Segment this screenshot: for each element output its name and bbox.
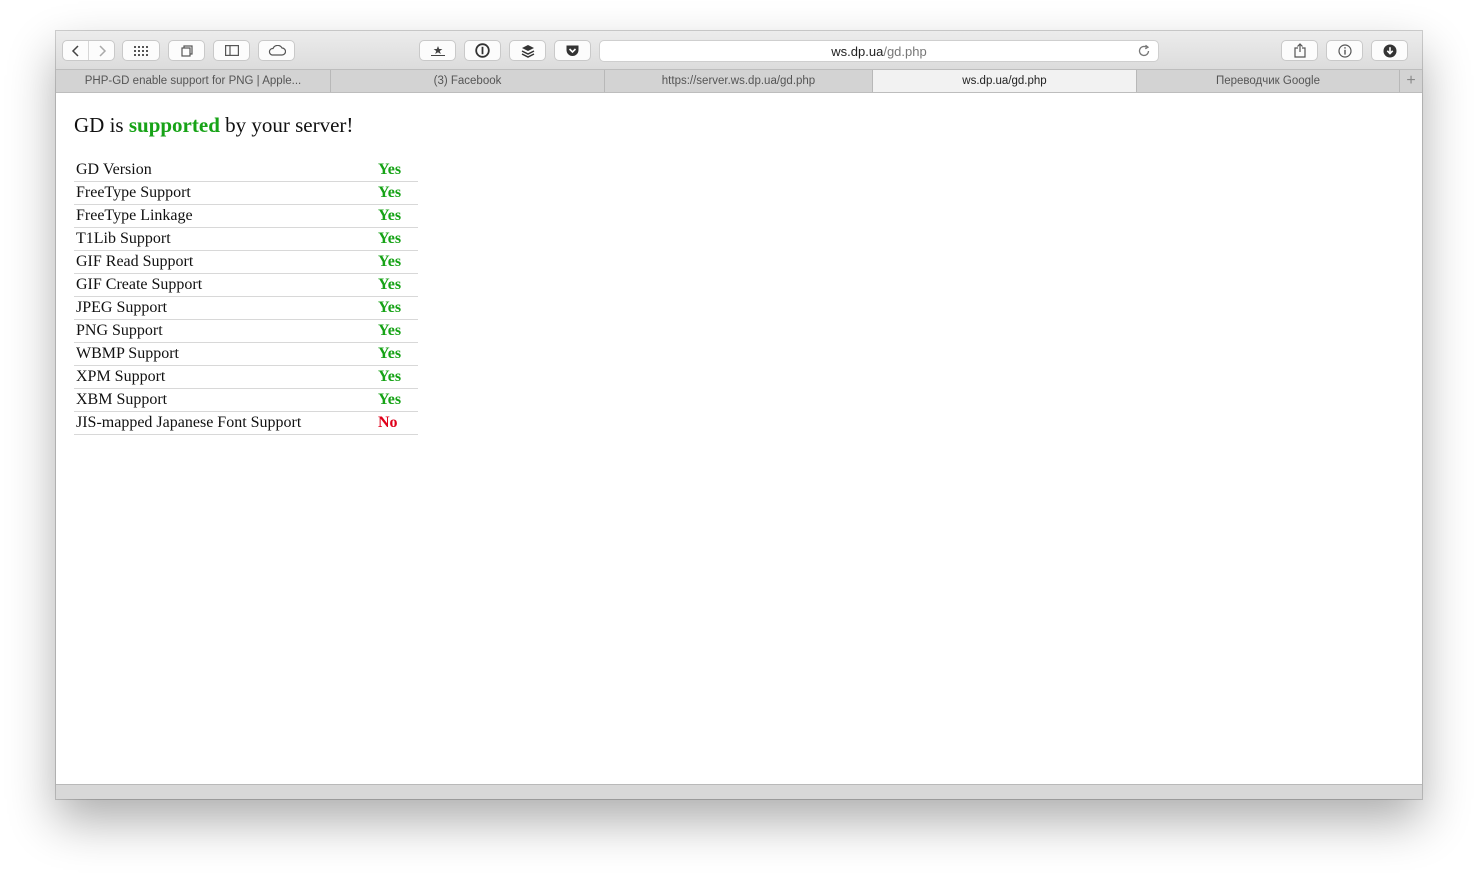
feature-label: GIF Create Support — [74, 273, 376, 297]
tab-label: (3) Facebook — [433, 75, 502, 87]
feature-status: Yes — [376, 204, 418, 228]
top-sites-icon — [134, 45, 148, 56]
feature-status: Yes — [376, 159, 418, 182]
new-tab-button[interactable]: + — [1400, 70, 1422, 92]
tab-label: https://server.ws.dp.ua/gd.php — [661, 75, 816, 87]
table-row: XPM Support Yes — [74, 365, 418, 389]
nav-buttons — [62, 40, 115, 61]
pocket-extension-button[interactable] — [554, 40, 591, 61]
feature-label: PNG Support — [74, 319, 376, 343]
heading-post: by your server! — [219, 113, 354, 137]
sidebar-button[interactable] — [213, 40, 250, 61]
table-row: FreeType Linkage Yes — [74, 204, 418, 228]
feature-label: JIS-mapped Japanese Font Support — [74, 411, 376, 435]
table-row: GD Version Yes — [74, 159, 418, 182]
status-bar — [56, 784, 1422, 799]
top-sites-button[interactable] — [122, 40, 160, 61]
share-button[interactable] — [1281, 40, 1318, 61]
feature-status: Yes — [376, 365, 418, 389]
page-content: GD is supported by your server! GD Versi… — [56, 93, 1422, 784]
toolbar: ws.dp.ua/gd.php — [56, 31, 1422, 69]
icloud-icon — [268, 45, 286, 56]
tab-label: PHP-GD enable support for PNG | Apple... — [84, 75, 302, 87]
bookmark-extension-button[interactable] — [419, 40, 456, 61]
back-button[interactable] — [63, 41, 88, 60]
table-row: WBMP Support Yes — [74, 342, 418, 366]
feature-label: GIF Read Support — [74, 250, 376, 274]
tab-label: ws.dp.ua/gd.php — [962, 75, 1047, 87]
bookmark-star-icon — [430, 46, 445, 56]
back-icon — [71, 44, 79, 57]
table-row: JPEG Support Yes — [74, 296, 418, 320]
sidebar-icon — [224, 45, 239, 56]
feature-status: Yes — [376, 181, 418, 205]
tab-server-gd[interactable]: https://server.ws.dp.ua/gd.php — [605, 70, 873, 92]
table-row: JIS-mapped Japanese Font Support No — [74, 411, 418, 435]
table-row: FreeType Support Yes — [74, 181, 418, 205]
table-row: T1Lib Support Yes — [74, 227, 418, 251]
tab-php-gd-apple[interactable]: PHP-GD enable support for PNG | Apple... — [56, 70, 331, 92]
table-row: PNG Support Yes — [74, 319, 418, 343]
info-button[interactable] — [1326, 40, 1363, 61]
feature-label: XBM Support — [74, 388, 376, 412]
buffer-icon — [521, 44, 534, 58]
browser-window: ws.dp.ua/gd.php PHP-GD enable support fo… — [56, 31, 1422, 799]
download-icon — [1383, 44, 1396, 57]
tabs-overview-icon — [180, 44, 193, 57]
table-row: XBM Support Yes — [74, 388, 418, 412]
address-bar[interactable]: ws.dp.ua/gd.php — [599, 40, 1159, 62]
tab-label: Переводчик Google — [1215, 75, 1320, 87]
pocket-icon — [566, 45, 579, 56]
feature-status: Yes — [376, 250, 418, 274]
feature-label: FreeType Linkage — [74, 204, 376, 228]
feature-status: Yes — [376, 296, 418, 320]
tab-facebook[interactable]: (3) Facebook — [331, 70, 605, 92]
feature-status: Yes — [376, 388, 418, 412]
downloads-button[interactable] — [1371, 40, 1408, 61]
reload-icon[interactable] — [1137, 44, 1151, 58]
tabs-overview-button[interactable] — [168, 40, 205, 61]
url-host: ws.dp.ua — [831, 43, 884, 59]
url-path: /gd.php — [883, 43, 927, 59]
gd-support-table: GD Version Yes FreeType Support Yes FreeTy… — [74, 159, 418, 435]
icloud-tabs-button[interactable] — [258, 40, 295, 61]
feature-label: XPM Support — [74, 365, 376, 389]
password-extension-button[interactable] — [464, 40, 501, 61]
feature-label: FreeType Support — [74, 181, 376, 205]
plus-icon: + — [1406, 72, 1416, 89]
tab-ws-gd-active[interactable]: ws.dp.ua/gd.php — [873, 70, 1137, 92]
table-row: GIF Create Support Yes — [74, 273, 418, 297]
feature-label: T1Lib Support — [74, 227, 376, 251]
table-row: GIF Read Support Yes — [74, 250, 418, 274]
buffer-extension-button[interactable] — [509, 40, 546, 61]
feature-status: Yes — [376, 227, 418, 251]
feature-status: No — [376, 411, 418, 435]
page-title: GD is supported by your server! — [74, 113, 353, 138]
tab-google-translate[interactable]: Переводчик Google — [1137, 70, 1400, 92]
feature-status: Yes — [376, 273, 418, 297]
heading-highlight: supported — [128, 113, 220, 137]
feature-label: WBMP Support — [74, 342, 376, 366]
info-icon — [1337, 43, 1352, 58]
feature-status: Yes — [376, 319, 418, 343]
heading-pre: GD is — [74, 113, 129, 137]
password-icon — [475, 43, 490, 58]
forward-icon — [98, 44, 106, 57]
tab-bar: PHP-GD enable support for PNG | Apple...… — [56, 69, 1422, 93]
forward-button[interactable] — [88, 41, 114, 60]
feature-label: JPEG Support — [74, 296, 376, 320]
feature-label: GD Version — [74, 159, 376, 182]
share-icon — [1293, 43, 1306, 58]
feature-status: Yes — [376, 342, 418, 366]
